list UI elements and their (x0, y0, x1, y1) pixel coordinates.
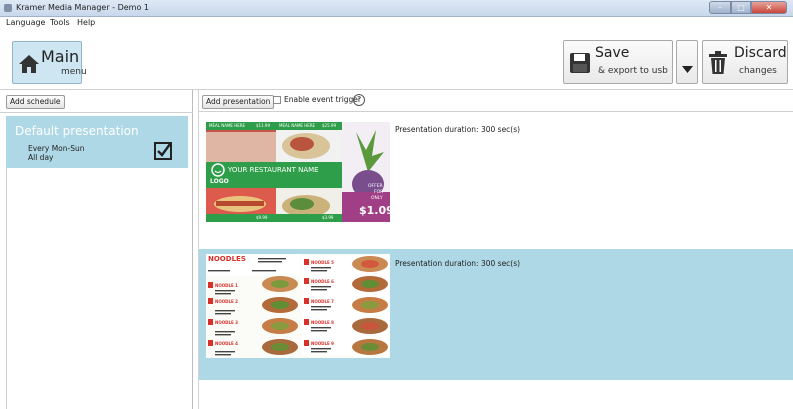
menu-tools[interactable]: Tools (50, 18, 70, 27)
schedule-title: Default presentation (15, 124, 139, 138)
toolbar: Main menu Save & export to usb Discard c… (0, 29, 793, 89)
caret-down-icon (682, 58, 693, 77)
menu-bar: Language Tools Help (0, 17, 793, 29)
presentation-item-selected[interactable]: NOODLES NOODLE 1 NOODLE 2 NOODLE 3 NOODL… (199, 249, 793, 380)
save-options-dropdown[interactable] (676, 40, 698, 84)
dish-name: NOODLE 3 (215, 320, 238, 325)
presentation-thumbnail[interactable]: NOODLES NOODLE 1 NOODLE 2 NOODLE 3 NOODL… (206, 254, 390, 358)
save-title: Save (595, 45, 630, 61)
app-icon (4, 4, 12, 12)
main-menu-title: Main (41, 47, 80, 66)
offer-label: OFFER (368, 184, 383, 189)
main-menu-subtitle: menu (61, 67, 87, 77)
checkbox-checked-icon[interactable] (154, 142, 172, 164)
dish-name: NOODLE 1 (215, 283, 238, 288)
schedule-panel-divider (0, 112, 193, 113)
title-bar: Kramer Media Manager - Demo 1 – □ ✕ (0, 0, 793, 17)
presentation-panel: Add presentation Enable event trigger ? (199, 90, 793, 409)
discard-subtitle: changes (739, 66, 777, 76)
event-trigger-checkbox[interactable] (273, 96, 281, 104)
main-menu-button[interactable]: Main menu (12, 41, 87, 84)
floppy-disk-icon (569, 52, 591, 78)
schedule-time: All day (28, 153, 54, 162)
dish-name: NOODLE 2 (215, 299, 238, 304)
dish-name: NOODLE 5 (311, 260, 334, 265)
for-label: FOR (374, 190, 384, 195)
price-label: $25.99 (322, 123, 336, 128)
help-icon[interactable]: ? (353, 94, 365, 106)
schedule-panel: Add schedule Default presentation Every … (0, 90, 193, 409)
save-subtitle: & export to usb (598, 66, 668, 76)
presentation-thumbnail[interactable]: MEAL NAME HERE MEAL NAME HERE $11.99 $25… (206, 122, 390, 222)
minimize-button[interactable]: – (709, 1, 731, 14)
price-label: $1.09 (359, 204, 390, 217)
logo-label: LOGO (210, 178, 229, 185)
dish-name: NOODLE 8 (311, 320, 334, 325)
menu-help[interactable]: Help (77, 18, 95, 27)
window-title: Kramer Media Manager - Demo 1 (16, 3, 149, 12)
menu-language[interactable]: Language (6, 18, 45, 27)
only-label: ONLY (371, 196, 383, 201)
meal-name-label: MEAL NAME HERE (209, 123, 246, 128)
schedule-list-border (6, 168, 7, 409)
discard-changes-button[interactable]: Discard changes (702, 40, 788, 84)
dish-name: NOODLE 4 (215, 341, 238, 346)
add-presentation-button[interactable]: Add presentation (202, 95, 275, 109)
save-export-button[interactable]: Save & export to usb (563, 40, 673, 84)
home-icon (18, 54, 40, 78)
trash-icon (708, 51, 728, 79)
presentation-duration: Presentation duration: 300 sec(s) (395, 125, 521, 134)
presentation-item[interactable]: MEAL NAME HERE MEAL NAME HERE $11.99 $25… (199, 116, 793, 227)
presentation-toolbar: Add presentation Enable event trigger ? (199, 90, 793, 112)
schedule-days: Every Mon-Sun (28, 144, 85, 153)
menu-title: NOODLES (208, 255, 246, 263)
close-button[interactable]: ✕ (751, 1, 787, 14)
presentation-duration: Presentation duration: 300 sec(s) (395, 259, 521, 268)
price-label: $11.99 (256, 123, 270, 128)
dish-name: NOODLE 9 (311, 341, 334, 346)
maximize-button[interactable]: □ (731, 1, 751, 14)
add-schedule-button[interactable]: Add schedule (6, 95, 65, 109)
schedule-item[interactable]: Default presentation Every Mon-Sun All d… (6, 116, 188, 168)
meal-name-label: MEAL NAME HERE (279, 123, 316, 128)
discard-title: Discard (734, 45, 787, 61)
dish-name: NOODLE 7 (311, 299, 334, 304)
dish-name: NOODLE 6 (311, 279, 334, 284)
event-trigger-label: Enable event trigger (284, 95, 362, 104)
price-label: $9.99 (256, 215, 268, 220)
price-label: $3.99 (322, 215, 334, 220)
restaurant-name: YOUR RESTAURANT NAME (228, 166, 319, 174)
